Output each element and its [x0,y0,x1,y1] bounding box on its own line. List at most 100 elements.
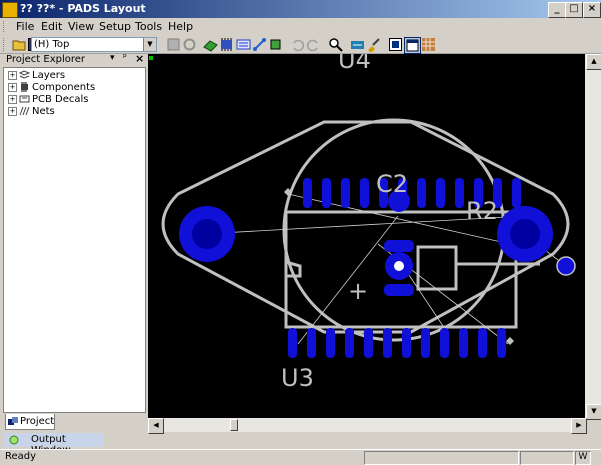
pad [307,328,316,358]
chevron-down-icon[interactable]: ▼ [143,38,156,51]
status-panel-w: W [575,451,591,465]
tree-item-components[interactable]: + Components [8,82,95,94]
pad [288,328,297,358]
pad [322,178,331,208]
pad [326,328,335,358]
properties-icon[interactable] [166,37,181,52]
pcb-board-icon[interactable] [203,37,218,52]
pcb-drawing[interactable]: U4 C2 R2 U3 + [148,54,585,418]
verify-icon[interactable] [388,37,403,52]
label-r2: R2 [466,197,498,225]
tree-item-pcb-decals[interactable]: + PCB Decals [8,94,89,106]
redo-icon[interactable] [306,37,321,52]
mounting-hole-right [510,219,540,249]
mounting-hole-left [192,219,222,249]
window-title: ?? ??* - PADS Layout [20,2,146,15]
decals-icon [19,95,30,103]
pad [497,328,506,358]
status-text: Ready [5,451,37,462]
pad [360,178,369,208]
app-icon[interactable] [2,2,18,18]
scroll-up-icon[interactable]: ▲ [586,54,601,70]
pad [417,178,426,208]
close-button[interactable]: × [583,2,601,18]
pin-menu-icon[interactable]: ▾ [110,53,115,63]
chip-icon[interactable] [268,37,283,52]
menu-bar: File Edit View Setup Tools Help [0,18,601,35]
tree-item-label: Nets [32,106,55,117]
menu-setup[interactable]: Setup [95,19,135,34]
via-pad-bottom [384,284,414,296]
via-pad-top [384,240,414,252]
pcb-canvas[interactable]: U4 C2 R2 U3 + [148,54,585,418]
pad [455,178,464,208]
pad [459,328,468,358]
menu-edit[interactable]: Edit [37,19,66,34]
pad [341,178,350,208]
menu-tools[interactable]: Tools [131,19,166,34]
expand-icon[interactable]: + [8,70,17,80]
status-panel-coords [364,451,519,465]
layer-select[interactable]: (H) Top ▼ [31,37,157,52]
tree-item-nets[interactable]: + Nets [8,106,55,118]
vertical-scrollbar[interactable]: ▲ ▼ [585,54,601,420]
label-u3: U3 [281,364,314,392]
project-tree: + Layers + Components + PCB Decals + Nets [3,67,146,413]
scroll-right-icon[interactable]: ▶ [571,418,587,434]
tree-item-label: PCB Decals [32,94,89,105]
route-icon[interactable] [252,37,267,52]
project-explorer-title: Project Explorer [6,54,86,65]
brush-icon[interactable] [366,37,381,52]
project-explorer-header: Project Explorer ▾ ᵖ × [3,52,146,67]
close-icon[interactable]: × [135,52,144,65]
horizontal-scrollbar[interactable]: ◀ ▶ [148,418,587,434]
decal-icon[interactable] [236,37,251,52]
grid-icon[interactable] [421,37,436,52]
pad [421,328,430,358]
refresh-icon[interactable] [182,37,197,52]
center-hole [394,261,404,271]
open-folder-icon[interactable] [12,37,27,52]
design-rules-icon[interactable] [350,37,365,52]
nets-icon [19,106,30,116]
layers-icon [19,70,30,79]
minimize-button[interactable]: _ [548,2,566,18]
scroll-thumb[interactable] [230,419,238,431]
tree-item-layers[interactable]: + Layers [8,70,65,82]
output-window-icon [9,435,19,445]
pad [345,328,354,358]
label-plus: + [348,277,368,305]
pad [440,328,449,358]
menu-file[interactable]: File [12,19,38,34]
dock-pin-icon[interactable]: ᵖ [123,53,127,63]
undo-icon[interactable] [290,37,305,52]
label-c2: C2 [376,170,408,198]
menu-help[interactable]: Help [164,19,197,34]
origin-marker [149,56,153,60]
pad [364,328,373,358]
menu-view[interactable]: View [64,19,98,34]
scroll-down-icon[interactable]: ▼ [586,404,601,420]
window-icon[interactable] [404,37,421,54]
layer-select-value: (H) Top [34,39,70,50]
tab-project-label: Project [20,416,55,427]
expand-icon[interactable]: + [8,82,17,92]
scroll-left-icon[interactable]: ◀ [148,418,164,434]
toolbar-grip[interactable] [3,38,7,51]
tab-project[interactable]: Project [5,414,55,430]
via [556,256,576,276]
pad [478,328,487,358]
component-icon[interactable] [219,37,234,52]
expand-icon[interactable]: + [8,94,17,104]
zoom-icon[interactable] [328,37,343,52]
label-u4: U4 [338,54,371,74]
tree-item-label: Components [32,82,96,93]
maximize-button[interactable]: □ [565,2,583,18]
project-icon [8,417,18,425]
menu-grip[interactable] [3,21,7,32]
pad [512,178,521,208]
tab-output-window[interactable]: Output Window [3,433,103,456]
expand-icon[interactable]: + [8,106,17,116]
title-bar: ?? ??* - PADS Layout _ □ × [0,0,601,18]
pad [303,178,312,208]
